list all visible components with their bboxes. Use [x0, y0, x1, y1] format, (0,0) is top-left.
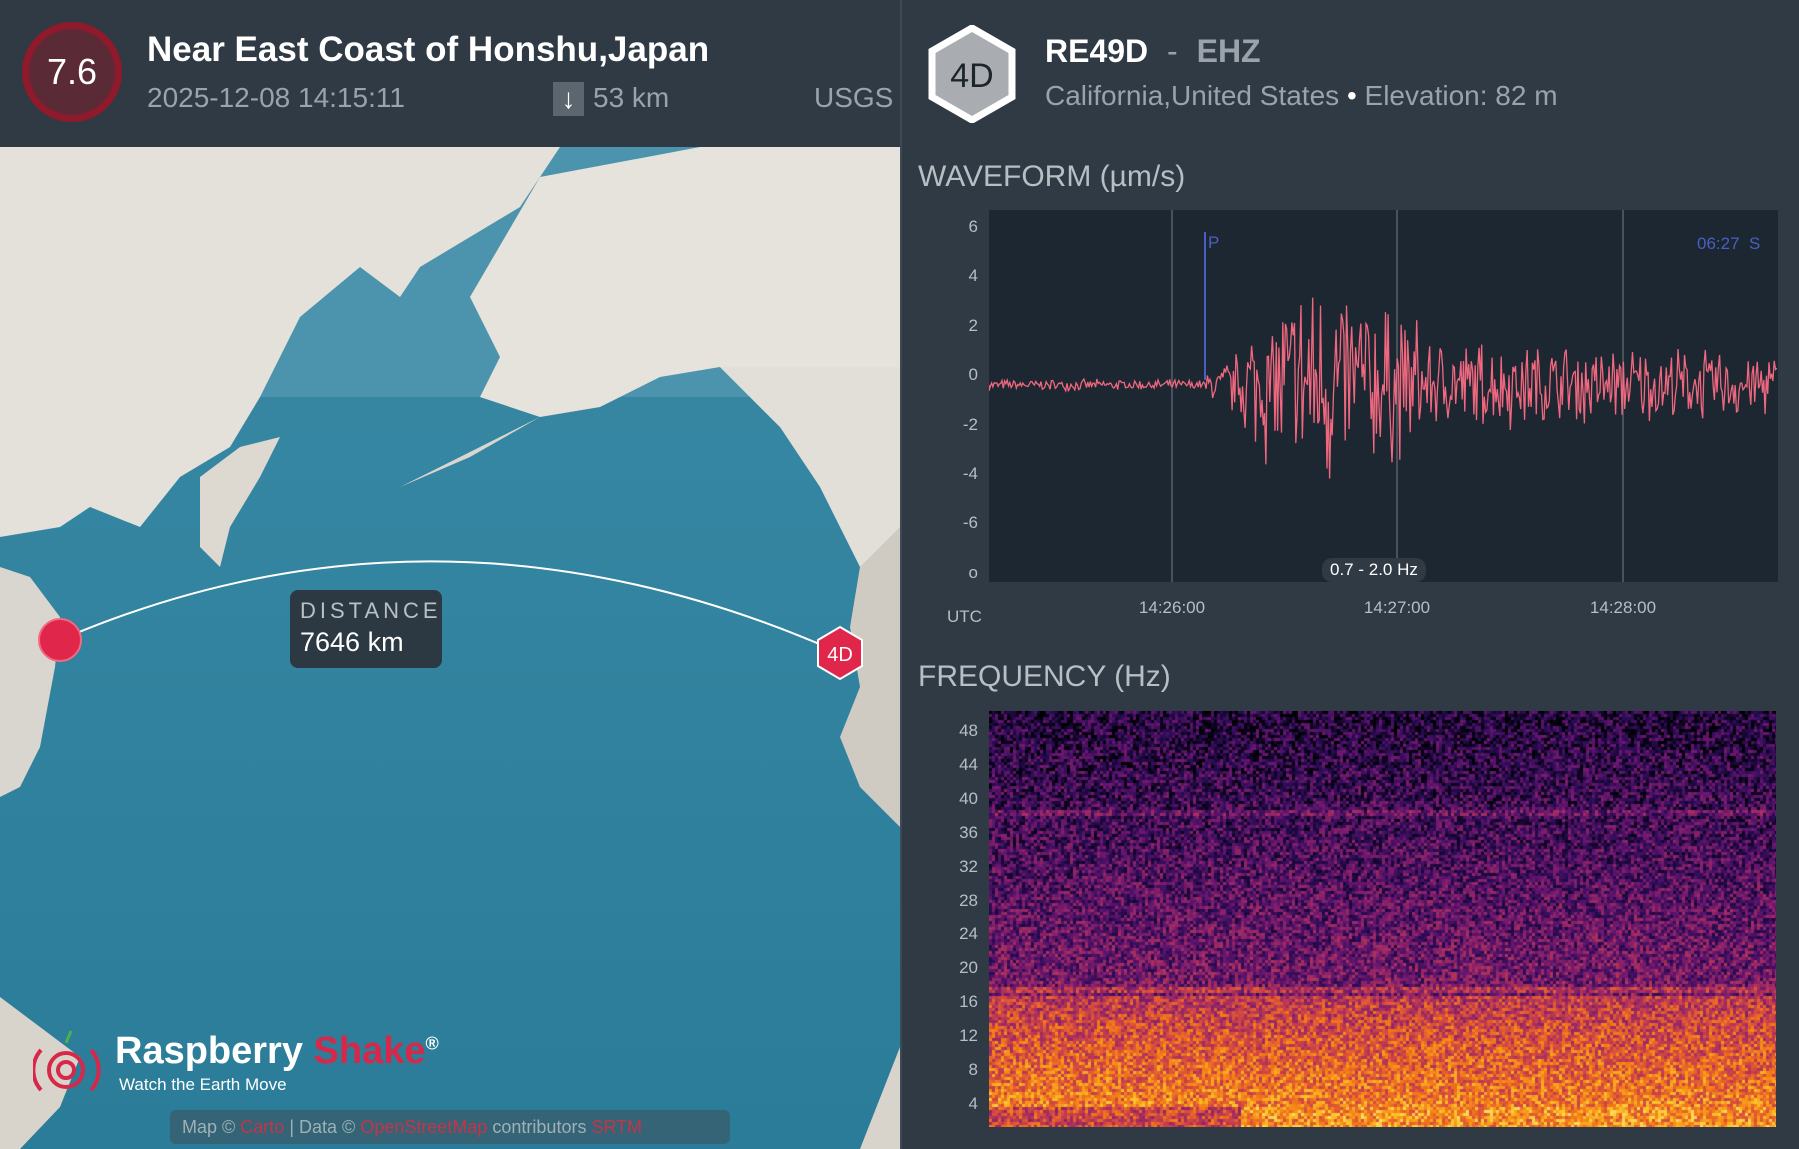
- station-id: RE49D: [1045, 33, 1148, 69]
- waveform-trace: [989, 298, 1777, 479]
- station-marker[interactable]: 4D: [815, 625, 865, 681]
- waveform-y-tick: -2: [950, 415, 978, 435]
- frequency-y-tick: 48: [950, 721, 978, 741]
- frequency-y-tick: 24: [950, 924, 978, 944]
- waveform-y-tick: -6: [950, 513, 978, 533]
- event-title: Near East Coast of Honshu,Japan: [147, 30, 709, 70]
- frequency-y-tick: 16: [950, 992, 978, 1012]
- p-arrival-label: P: [1208, 233, 1219, 253]
- svg-text:4D: 4D: [827, 644, 853, 666]
- map-attribution: Map © Carto | Data © OpenStreetMap contr…: [170, 1110, 730, 1144]
- s-arrival-label: 06:27 S: [1697, 234, 1760, 254]
- event-depth: 53 km: [593, 82, 669, 114]
- carto-link[interactable]: Carto: [240, 1117, 284, 1137]
- waveform-y-tick: 4: [950, 266, 978, 286]
- frequency-y-tick: 32: [950, 857, 978, 877]
- logo-text: Raspberry Shake®: [115, 1030, 439, 1073]
- station-badge: 4D: [928, 25, 1016, 123]
- waveform-y-tick: -4: [950, 464, 978, 484]
- distance-label: DISTANCE: [300, 598, 432, 624]
- frequency-y-tick: 20: [950, 958, 978, 978]
- spectrogram[interactable]: [989, 711, 1776, 1127]
- station-details: California,United States • Elevation: 82…: [1045, 80, 1558, 112]
- timezone-label: UTC: [947, 607, 982, 627]
- station-title: RE49D - EHZ: [1045, 33, 1261, 70]
- distance-box: DISTANCE 7646 km: [290, 590, 442, 668]
- frequency-y-tick: 44: [950, 755, 978, 775]
- event-header: 7.6 Near East Coast of Honshu,Japan 2025…: [0, 0, 900, 147]
- arrow-down-icon: ↓: [553, 82, 584, 116]
- waveform-plot[interactable]: [989, 210, 1778, 582]
- waveform-x-tick: 14:26:00: [1132, 598, 1212, 618]
- waveform-x-tick: 14:27:00: [1357, 598, 1437, 618]
- waveform-y-tick: 0: [950, 365, 978, 385]
- osm-link[interactable]: OpenStreetMap: [360, 1117, 487, 1137]
- event-datetime: 2025-12-08 14:15:11: [147, 82, 405, 114]
- frequency-y-tick: 12: [950, 1026, 978, 1046]
- srtm-link[interactable]: SRTM: [591, 1117, 642, 1137]
- map[interactable]: 4D DISTANCE 7646 km Raspberry Shake® Wat…: [0, 147, 900, 1149]
- frequency-y-tick: 28: [950, 891, 978, 911]
- frequency-y-tick: 40: [950, 789, 978, 809]
- epicenter-marker[interactable]: [38, 618, 82, 662]
- map-terrain: [0, 147, 900, 1149]
- frequency-y-tick: 36: [950, 823, 978, 843]
- magnitude-badge: 7.6: [22, 22, 122, 122]
- event-source: USGS: [814, 82, 893, 114]
- distance-value: 7646 km: [300, 627, 432, 658]
- frequency-y-tick: 4: [950, 1094, 978, 1114]
- frequency-title: FREQUENCY (Hz): [918, 660, 1171, 694]
- svg-text:4D: 4D: [950, 57, 993, 95]
- waveform-title: WAVEFORM (µm/s): [918, 160, 1185, 194]
- frequency-y-tick: 8: [950, 1060, 978, 1080]
- waveform-y-tick: o: [950, 563, 978, 583]
- station-channel: EHZ: [1197, 33, 1261, 69]
- waveform-x-tick: 14:28:00: [1583, 598, 1663, 618]
- raspberry-shake-logo-icon: [33, 1025, 103, 1105]
- waveform-y-tick: 2: [950, 316, 978, 336]
- waveform-y-tick: 6: [950, 217, 978, 237]
- logo-tagline: Watch the Earth Move: [119, 1075, 287, 1095]
- filter-badge[interactable]: 0.7 - 2.0 Hz: [1322, 558, 1426, 582]
